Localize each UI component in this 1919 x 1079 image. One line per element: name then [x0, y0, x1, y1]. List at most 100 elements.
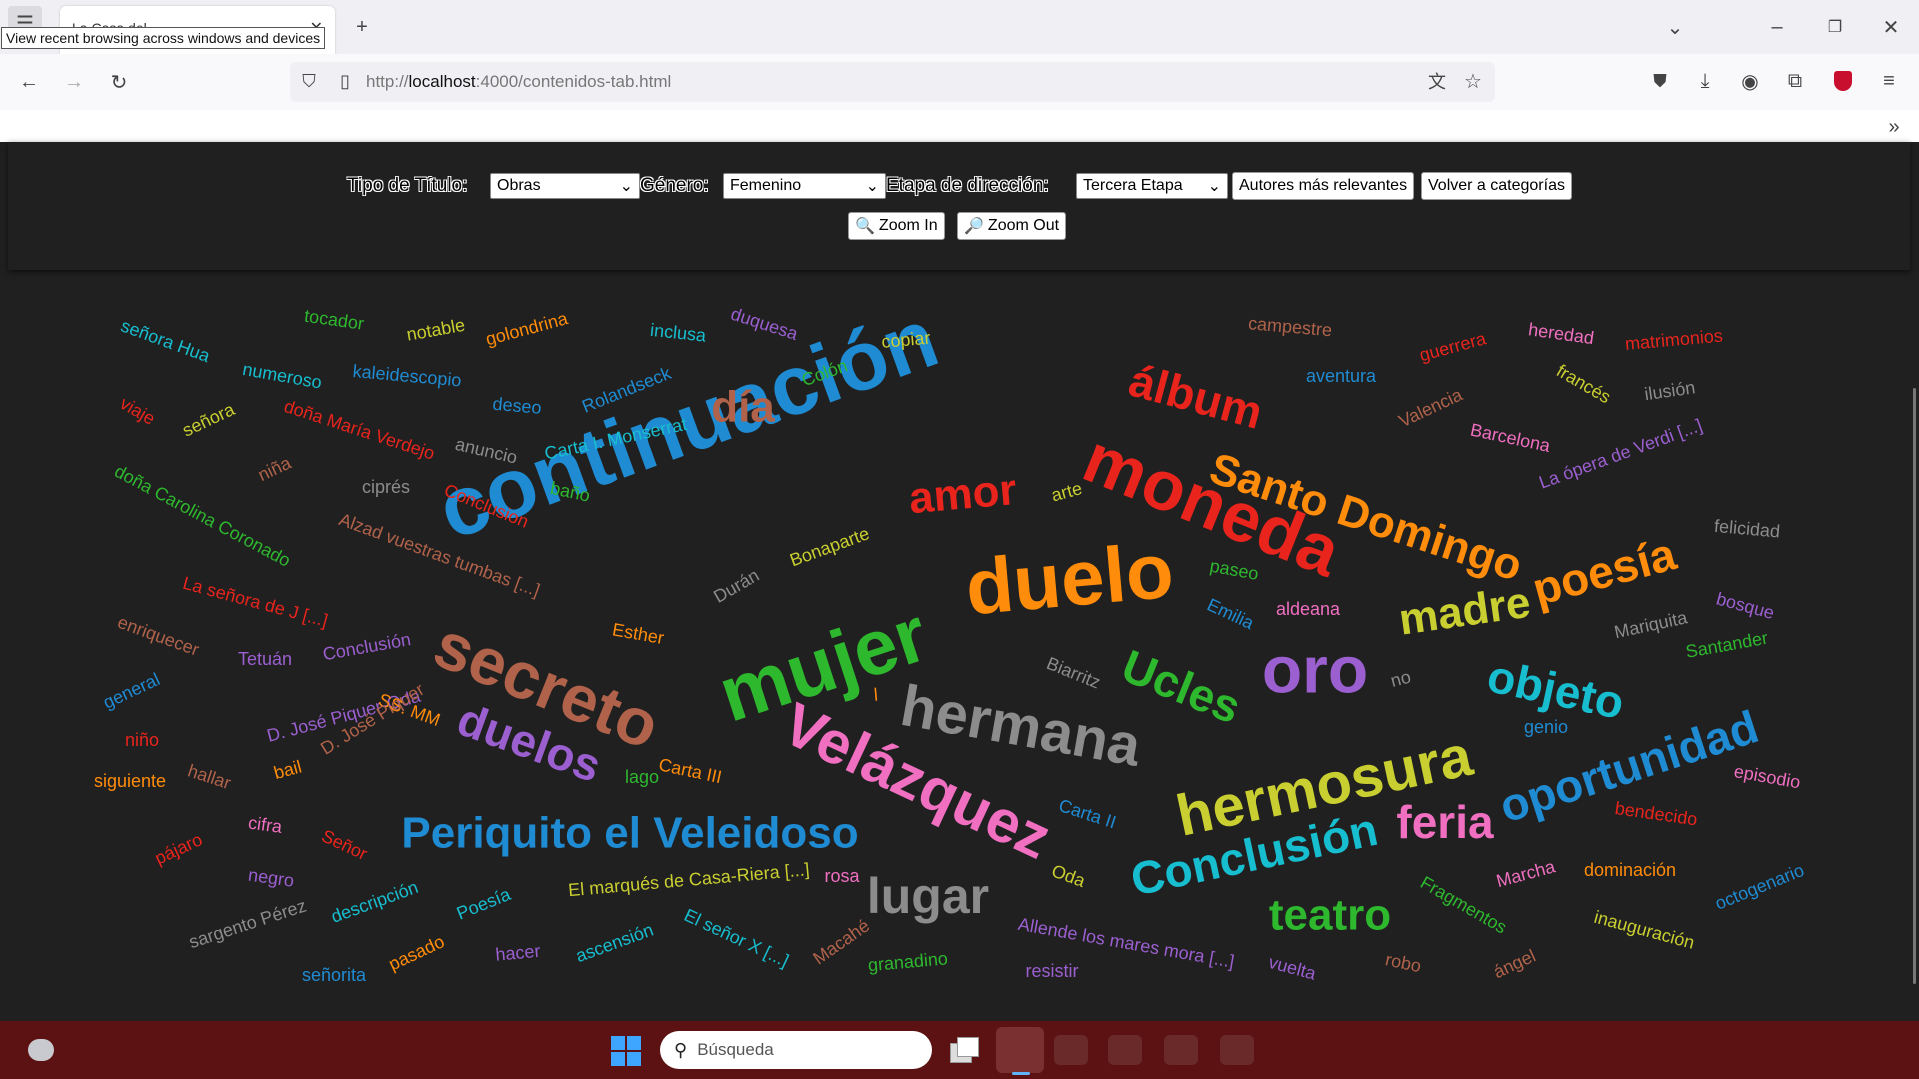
word-cloud-word[interactable]: niña	[255, 452, 295, 485]
windows-start-icon[interactable]	[611, 1036, 641, 1066]
word-cloud-word[interactable]: Tetuán	[238, 649, 292, 669]
word-cloud-word[interactable]: duquesa	[728, 304, 801, 345]
close-window-icon[interactable]: ✕	[1874, 10, 1908, 44]
word-cloud-word[interactable]: señorita	[302, 965, 367, 985]
word-cloud-word[interactable]: Biarritz	[1044, 653, 1103, 693]
taskbar-app[interactable]	[1054, 1035, 1088, 1065]
word-cloud-word[interactable]: doña María Verdejo	[282, 396, 438, 464]
word-cloud-word[interactable]: Señor	[319, 826, 371, 864]
tipo-select[interactable]: Obras ⌄	[490, 173, 640, 199]
word-cloud-word[interactable]: arte	[1049, 478, 1084, 505]
word-cloud-word[interactable]: lago	[625, 767, 659, 787]
chevron-down-icon[interactable]: ⌄	[1658, 10, 1692, 44]
word-cloud-word[interactable]: Esther	[611, 619, 666, 648]
word-cloud-word[interactable]: lugar	[867, 868, 989, 924]
word-cloud-word[interactable]: negro	[247, 865, 295, 891]
word-cloud-word[interactable]: aventura	[1306, 366, 1377, 386]
word-cloud-word[interactable]: guerrera	[1417, 328, 1489, 365]
word-cloud-word[interactable]: Poesía	[454, 884, 514, 924]
word-cloud-word[interactable]: siguiente	[94, 771, 166, 791]
word-cloud-word[interactable]: general	[100, 669, 163, 713]
translate-icon[interactable]: 文	[1420, 64, 1454, 98]
new-tab-icon[interactable]: +	[345, 10, 379, 44]
account-icon[interactable]: ◉	[1733, 64, 1767, 98]
word-cloud-word[interactable]: Conclusión	[321, 629, 412, 664]
word-cloud-word[interactable]: La señora de J [...]	[181, 573, 330, 631]
zoom-out-button[interactable]: 🔎 Zoom Out	[957, 212, 1067, 240]
word-cloud-word[interactable]: ilusión	[1643, 377, 1696, 404]
word-cloud-word[interactable]: genio	[1524, 717, 1568, 737]
word-cloud-word[interactable]: ascensión	[573, 920, 656, 967]
word-cloud-word[interactable]: bendecido	[1614, 798, 1699, 829]
word-cloud-word[interactable]: vuelta	[1267, 952, 1320, 984]
word-cloud-word[interactable]: kaleidescopio	[352, 361, 462, 390]
word-cloud-word[interactable]: no	[1388, 667, 1413, 692]
pocket-icon[interactable]: ⛊	[1643, 64, 1677, 98]
word-cloud-word[interactable]: bail	[272, 757, 304, 784]
word-cloud-word[interactable]: La ópera de Verdi [...]	[1536, 415, 1705, 493]
word-cloud-word[interactable]: Oda	[1049, 861, 1089, 892]
word-cloud-word[interactable]: señora Hua	[118, 316, 213, 367]
word-cloud-word[interactable]: Valencia	[1396, 384, 1467, 431]
volver-button[interactable]: Volver a categorías	[1421, 172, 1572, 200]
shield-icon[interactable]: ⛉	[292, 64, 326, 98]
word-cloud-word[interactable]: descripción	[328, 877, 420, 927]
genero-select[interactable]: Femenino ⌄	[723, 173, 886, 199]
word-cloud-word[interactable]: oro	[1262, 632, 1368, 706]
word-cloud-word[interactable]: viaje	[117, 393, 159, 429]
taskbar-app[interactable]	[1220, 1035, 1254, 1065]
word-cloud-word[interactable]: numeroso	[241, 359, 323, 393]
word-cloud-word[interactable]: Mariquita	[1612, 607, 1690, 642]
word-cloud-word[interactable]: matrimonios	[1624, 326, 1723, 354]
page-icon[interactable]: ▯	[328, 64, 362, 98]
minimize-icon[interactable]: –	[1760, 10, 1794, 44]
word-cloud-word[interactable]: enriquecer	[115, 612, 202, 660]
word-cloud-word[interactable]: hacer	[495, 941, 542, 965]
word-cloud-word[interactable]: El marqués de Casa-Riera [...]	[567, 859, 810, 900]
word-cloud-word[interactable]: Durán	[710, 565, 762, 607]
word-cloud-word[interactable]: ciprés	[362, 477, 410, 497]
scrollbar[interactable]	[1913, 388, 1916, 984]
word-cloud-word[interactable]: episodio	[1732, 761, 1802, 792]
word-cloud-word[interactable]: señora	[179, 399, 238, 441]
word-cloud-word[interactable]: tocador	[303, 306, 365, 334]
word-cloud-word[interactable]: niño	[125, 730, 159, 750]
extensions-icon[interactable]: ⧉	[1778, 64, 1812, 98]
autores-button[interactable]: Autores más relevantes	[1232, 172, 1415, 200]
word-cloud-word[interactable]: duelo	[962, 526, 1177, 632]
word-cloud-word[interactable]: deseo	[492, 394, 543, 418]
etapa-select[interactable]: Tercera Etapa ⌄	[1076, 173, 1228, 199]
more-bookmarks-icon[interactable]: »	[1877, 110, 1911, 144]
word-cloud-word[interactable]: campestre	[1247, 313, 1332, 340]
word-cloud-word[interactable]: álbum	[1124, 354, 1268, 439]
word-cloud-word[interactable]: golondrina	[483, 308, 570, 349]
reload-icon[interactable]: ↻	[102, 65, 136, 99]
taskbar-app[interactable]	[1108, 1035, 1142, 1065]
restore-icon[interactable]: ❐	[1818, 10, 1852, 44]
word-cloud-word[interactable]: feria	[1396, 796, 1494, 848]
download-icon[interactable]: ⤓	[1688, 64, 1722, 98]
word-cloud-word[interactable]: cifra	[247, 812, 284, 837]
zoom-in-button[interactable]: 🔍 Zoom In	[848, 212, 945, 240]
taskbar-app[interactable]	[1164, 1035, 1198, 1065]
taskbar-search[interactable]: ⚲ Búsqueda	[660, 1031, 932, 1069]
word-cloud-word[interactable]: resistir	[1026, 961, 1079, 981]
word-cloud-word[interactable]: copiar	[881, 328, 932, 352]
word-cloud-word[interactable]: octogenario	[1712, 860, 1807, 914]
word-cloud-word[interactable]: teatro	[1269, 891, 1391, 940]
word-cloud-word[interactable]: pájaro	[152, 829, 206, 868]
word-cloud-word[interactable]: inclusa	[649, 320, 708, 346]
word-cloud-word[interactable]: aldeana	[1276, 599, 1341, 619]
word-cloud-word[interactable]: madre	[1396, 578, 1534, 645]
forward-icon[interactable]: →	[57, 65, 91, 99]
word-cloud-word[interactable]: bosque	[1714, 588, 1776, 623]
word-cloud-word[interactable]: heredad	[1527, 319, 1595, 348]
word-cloud-word[interactable]: Macahé	[809, 915, 873, 968]
word-cloud-word[interactable]: Santander	[1684, 628, 1769, 662]
url-text[interactable]: http://localhost:4000/contenidos-tab.htm…	[366, 72, 671, 92]
word-cloud-word[interactable]: Emilia	[1204, 594, 1258, 633]
word-cloud-word[interactable]: felicidad	[1713, 516, 1781, 542]
word-cloud-word[interactable]: día	[711, 383, 775, 432]
word-cloud-word[interactable]: Periquito el Veleidoso	[401, 809, 858, 858]
word-cloud-word[interactable]: dominación	[1584, 860, 1676, 880]
